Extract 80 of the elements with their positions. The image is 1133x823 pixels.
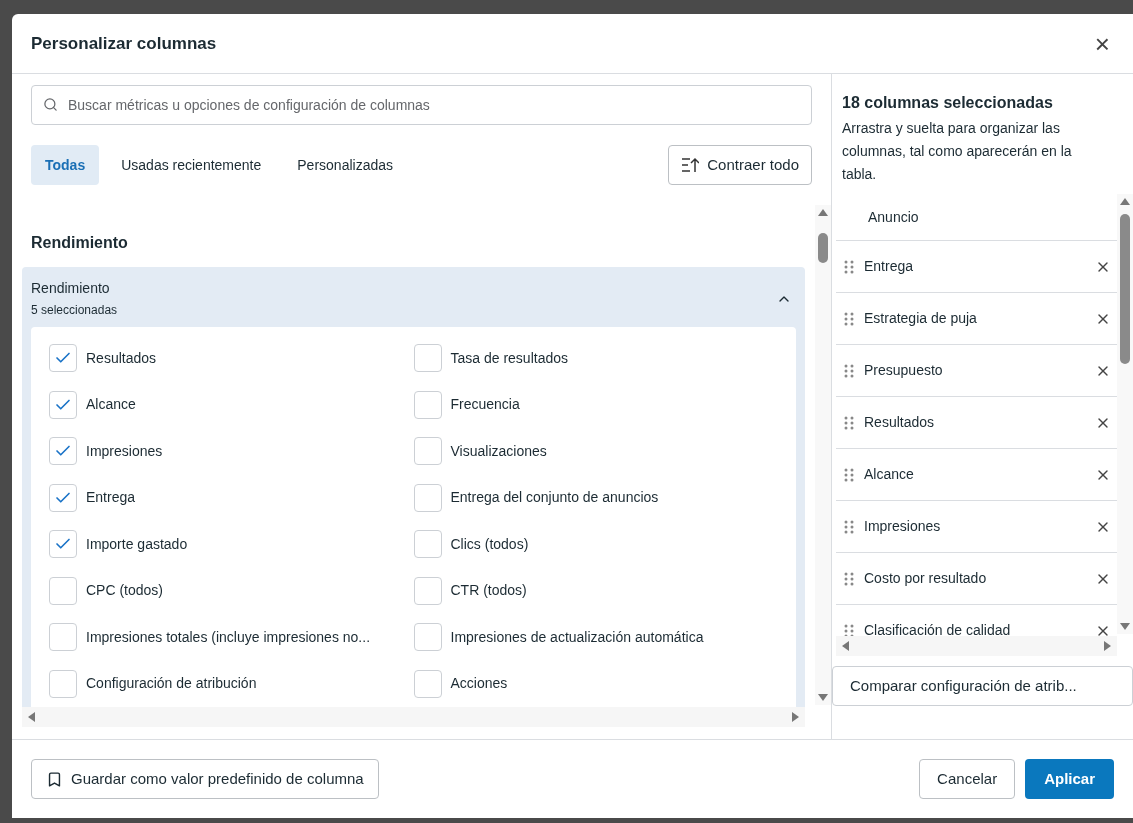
collapse-all-button[interactable]: Contraer todo — [668, 145, 812, 185]
scroll-right-icon[interactable] — [1103, 640, 1113, 652]
option-label: Alcance — [86, 395, 136, 414]
option-label: Impresiones de actualización automática — [450, 627, 704, 647]
checkbox[interactable] — [49, 483, 77, 512]
column-label: Estrategia de puja — [864, 309, 978, 328]
option-label: Clics (todos) — [450, 534, 529, 554]
scrollbar-thumb[interactable] — [1120, 214, 1130, 364]
drag-handle-icon[interactable] — [844, 311, 854, 326]
scrollbar[interactable] — [836, 636, 1117, 656]
scroll-down-icon[interactable] — [817, 693, 829, 703]
option-label: Visualizaciones — [450, 441, 547, 461]
drag-handle-icon[interactable] — [844, 519, 854, 534]
checkbox[interactable] — [49, 576, 77, 605]
checkbox[interactable] — [49, 344, 77, 372]
scroll-left-icon[interactable] — [26, 711, 36, 723]
column-label: Presupuesto — [864, 361, 944, 380]
apply-button[interactable]: Aplicar — [1025, 759, 1114, 799]
dialog-title: Personalizar columnas — [31, 32, 217, 55]
column-label: Costo por resultado — [864, 569, 988, 588]
scroll-down-icon[interactable] — [1119, 622, 1131, 632]
checkbox[interactable] — [413, 530, 442, 558]
panel-description: Arrastra y suelta para organizar las columnas, tal como aparecerán en la tabla. — [842, 119, 1073, 184]
scroll-left-icon[interactable] — [840, 640, 850, 652]
drag-handle-icon[interactable] — [844, 467, 854, 482]
save-preset-button[interactable]: Guardar como valor predefinido de columna — [31, 759, 379, 799]
column-label: Anuncio — [868, 207, 920, 227]
drag-handle-icon[interactable] — [844, 415, 854, 430]
option-label: Impresiones — [86, 441, 163, 461]
checkbox[interactable] — [413, 669, 442, 698]
drag-handle-icon[interactable] — [844, 363, 854, 378]
close-button[interactable]: × — [1090, 30, 1114, 57]
search-icon — [43, 97, 58, 112]
cancel-button[interactable]: Cancelar — [919, 759, 1016, 799]
option-label: Configuración de atribución — [86, 674, 257, 693]
checkbox[interactable] — [49, 437, 77, 465]
checkbox[interactable] — [413, 437, 442, 465]
section-heading: Rendimiento — [30, 233, 129, 253]
bookmark-icon — [46, 770, 63, 788]
drag-handle-icon[interactable] — [844, 571, 854, 586]
option-label: Importe gastado — [86, 534, 188, 554]
checkbox[interactable] — [49, 390, 77, 419]
option-label: CTR (todos) — [450, 581, 527, 600]
tab[interactable]: Personalizadas — [283, 145, 407, 185]
option-label: Impresiones totales (incluye impresiones no... — [86, 627, 371, 647]
scroll-up-icon[interactable] — [1119, 196, 1131, 206]
checkbox[interactable] — [49, 623, 77, 651]
column-label: Alcance — [864, 465, 915, 484]
checkbox[interactable] — [413, 390, 442, 419]
scrollbar[interactable] — [815, 205, 831, 705]
column-label: Clasificación de calidad — [864, 621, 1012, 636]
option-label: Entrega del conjunto de anuncios — [450, 488, 659, 507]
scrollbar[interactable] — [22, 707, 805, 727]
checkbox[interactable] — [49, 530, 77, 558]
search-field[interactable]: Buscar métricas u opciones de configuración de columnas — [31, 85, 812, 125]
tab[interactable]: Usadas recientemente — [107, 145, 276, 185]
option-label: Entrega — [86, 488, 136, 507]
scroll-right-icon[interactable] — [791, 711, 801, 723]
compare-button[interactable]: Comparar configuración de atrib... — [832, 666, 1133, 706]
column-label: Resultados — [864, 413, 936, 432]
collapse-icon — [681, 157, 700, 173]
option-label: CPC (todos) — [86, 581, 164, 600]
option-label: Acciones — [450, 674, 508, 693]
selected-count: 18 columnas seleccionadas — [842, 93, 1054, 113]
scroll-up-icon[interactable] — [817, 207, 829, 217]
checkbox[interactable] — [49, 669, 77, 698]
checkbox[interactable] — [413, 576, 442, 605]
tab[interactable]: Todas — [31, 145, 100, 185]
scrollbar[interactable] — [1117, 194, 1133, 634]
column-label: Entrega — [864, 257, 915, 276]
drag-handle-icon[interactable] — [844, 259, 854, 274]
option-label: Tasa de resultados — [450, 348, 569, 368]
option-label: Frecuencia — [450, 395, 520, 414]
option-label: Resultados — [86, 348, 157, 368]
scrollbar-thumb[interactable] — [818, 233, 828, 263]
column-label: Impresiones — [864, 517, 942, 536]
checkbox[interactable] — [413, 623, 442, 651]
accordion-header[interactable]: Rendimiento 5 seleccionadas — [31, 267, 796, 327]
checkbox[interactable] — [413, 483, 442, 512]
checkbox[interactable] — [413, 344, 442, 372]
